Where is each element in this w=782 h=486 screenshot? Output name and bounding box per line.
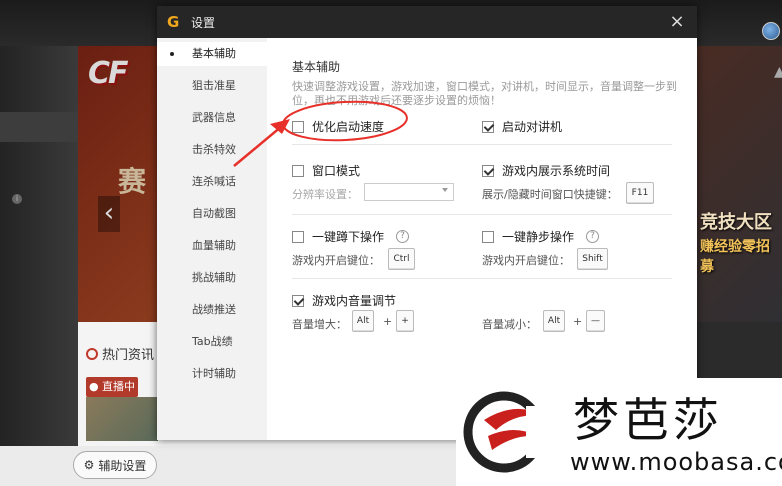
resolution-select[interactable] [364,183,454,201]
show-system-time-checkbox[interactable]: 游戏内展示系统时间 [482,162,610,179]
sidebar-item-killstreak-shout[interactable]: 连杀喊话 [157,170,267,194]
volume-down-label: 音量减小： [482,318,537,331]
assist-settings-button[interactable]: ⚙ 辅助设置 [73,451,157,479]
volume-adjust-checkbox[interactable]: 游戏内音量调节 [292,292,396,309]
launcher-bottom-bar [0,446,460,486]
volume-up-key-plus[interactable]: + [396,310,414,332]
dialog-title: 设置 [191,15,216,30]
sidebar-item-challenge-assist[interactable]: 挑战辅助 [157,266,267,290]
sidebar-item-weapon-info[interactable]: 武器信息 [157,106,267,130]
banner-prev-arrow[interactable]: ‹ [98,196,120,232]
news-title[interactable]: 热门资讯 [86,344,154,363]
sidebar-item-health-assist[interactable]: 血量辅助 [157,234,267,258]
checkbox-box [482,230,494,243]
time-hotkey-key[interactable]: F11 [626,182,654,204]
sidebar-item-timer-assist[interactable]: 计时辅助 [157,362,267,386]
squat-key[interactable]: Ctrl [388,248,415,270]
gear-icon: ⚙ [83,458,95,472]
help-icon[interactable]: ? [396,230,410,243]
user-avatar[interactable] [762,22,780,40]
checkbox-box [292,164,304,177]
scroll-arrow-icon: ▲ [774,64,782,80]
sidebar-item-kill-effects[interactable]: 击杀特效 [157,138,267,162]
news-icon [86,348,98,360]
squat-key-label: 游戏内开启键位： [292,254,380,267]
plus-sign: + [573,315,583,328]
assist-settings-label: 辅助设置 [98,458,147,473]
section-description: 快速调整游戏设置，游戏加速，窗口模式，对讲机，时间显示，音量调整一步到位，再也不… [292,80,677,107]
mute-key[interactable]: Shift [577,248,608,270]
chevron-down-icon [442,188,448,192]
banner-right-subtitle: 赚经验零招募 [700,239,770,275]
help-icon[interactable]: ? [586,230,600,243]
sidebar-item-tab-record[interactable]: Tab战绩 [157,330,267,354]
banner-text: 赛 [118,165,147,198]
checkbox-box [292,294,304,307]
live-thumbnail[interactable] [86,397,158,441]
watermark-chinese-text: 梦芭莎 [573,393,723,447]
volume-down-key-minus[interactable]: — [586,310,605,332]
divider [292,278,672,279]
volume-up-label: 音量增大： [292,318,347,331]
sidebar-item-auto-screenshot[interactable]: 自动截图 [157,202,267,226]
dialog-titlebar[interactable]: G 设置 × [157,6,697,38]
divider [292,214,672,215]
sidebar-item-record-push[interactable]: 战绩推送 [157,298,267,322]
watermark-logo [463,391,556,473]
launcher-left-band [0,112,78,142]
divider [292,144,672,145]
mute-key-label: 游戏内开启键位： [482,254,570,267]
banner-right-title: 竞技大区 [700,212,772,233]
info-icon: i [12,194,22,204]
sidebar-item-basic-assist[interactable]: 基本辅助 [157,42,267,66]
section-title: 基本辅助 [292,60,341,74]
checkbox-box [292,230,304,243]
optimize-startup-checkbox[interactable]: 优化启动速度 [292,118,384,135]
volume-down-key-alt[interactable]: Alt [543,310,565,332]
live-badge[interactable]: ● 直播中 [86,377,138,397]
checkbox-box [482,120,494,133]
one-key-squat-checkbox[interactable]: 一键蹲下操作 ? [292,228,410,245]
close-button[interactable]: × [667,12,687,32]
one-key-mute-checkbox[interactable]: 一键静步操作 ? [482,228,600,245]
app-logo-icon: G [167,13,180,31]
sidebar-item-sniper-crosshair[interactable]: 狙击准星 [157,74,267,98]
settings-sidebar: 基本辅助 狙击准星 武器信息 击杀特效 连杀喊话 自动截图 血量辅助 挑战辅助 … [157,38,267,440]
volume-up-key-alt[interactable]: Alt [352,310,374,332]
watermark-url-text: www.moobasa.com [570,448,782,476]
cf-logo: CF [88,56,129,91]
resolution-label: 分辨率设置： [292,188,358,201]
plus-sign: + [383,315,393,328]
window-mode-checkbox[interactable]: 窗口模式 [292,162,360,179]
time-hotkey-label: 展示/隐藏时间窗口快捷键： [482,188,618,201]
settings-dialog: G 设置 × 基本辅助 狙击准星 武器信息 击杀特效 连杀喊话 自动截图 血量辅… [157,6,697,440]
checkbox-box [292,120,304,133]
checkbox-box [482,164,494,177]
active-bullet-icon [170,52,174,56]
walkie-talkie-checkbox[interactable]: 启动对讲机 [482,118,562,135]
